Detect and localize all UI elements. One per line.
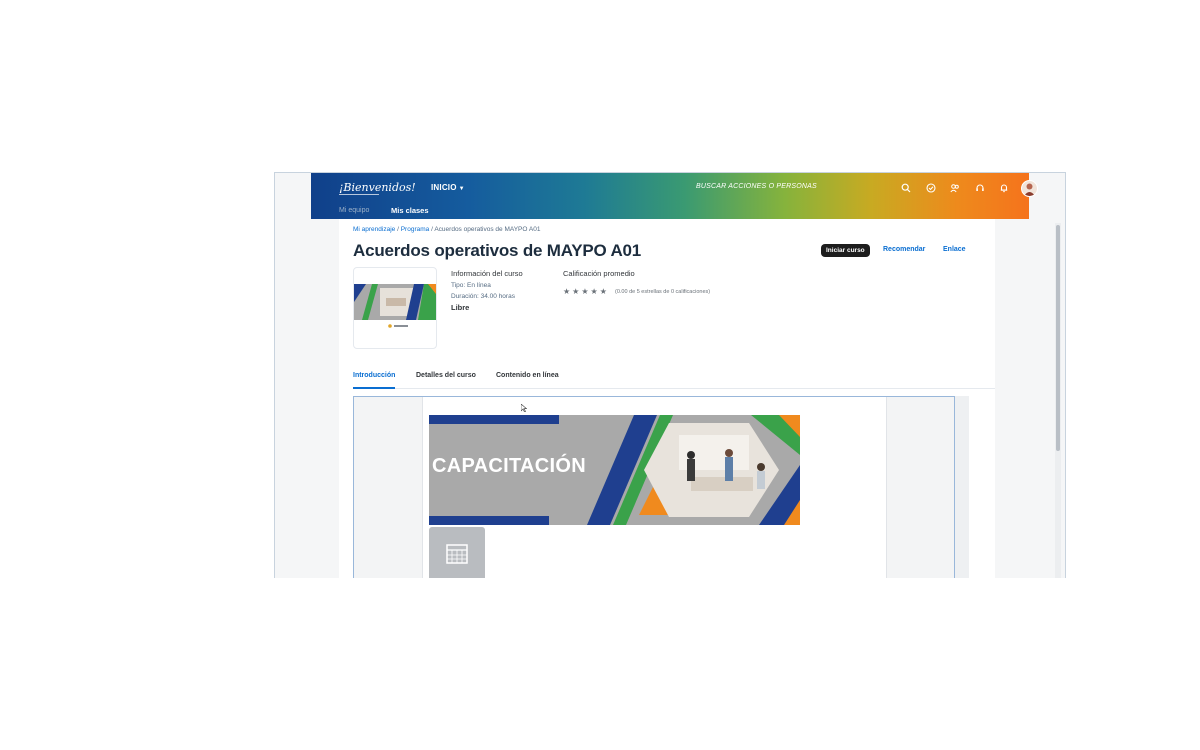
course-thumbnail-image — [354, 284, 436, 328]
tab-course-details[interactable]: Detalles del curso — [416, 372, 476, 387]
star-rating-icon: ★★★★★ — [563, 287, 609, 296]
page-title: Acuerdos operativos de MAYPO A01 — [353, 241, 642, 260]
breadcrumb-separator: / — [397, 226, 399, 233]
breadcrumb-link-learning[interactable]: Mi aprendizaje — [353, 226, 395, 233]
course-detail-page: Mi aprendizaje / Programa / Acuerdos ope… — [339, 219, 995, 578]
course-price: Libre — [451, 303, 470, 312]
course-tabs: Introducción Detalles del curso Contenid… — [353, 372, 995, 389]
start-course-button[interactable]: Iniciar curso — [821, 244, 870, 257]
mouse-pointer-icon — [520, 399, 528, 417]
course-thumbnail[interactable] — [353, 267, 437, 349]
top-navigation-bar: ¡Bienvenidos! INICIO ▼ BUSCAR ACCIONES O … — [311, 173, 1038, 219]
people-icon[interactable] — [948, 181, 962, 195]
tab-introduction[interactable]: Introducción — [353, 372, 396, 389]
headset-icon[interactable] — [973, 181, 987, 195]
subnav-my-team[interactable]: Mi equipo — [339, 207, 369, 214]
introduction-preview: CAPACITACIÓN — [353, 396, 955, 578]
training-banner: CAPACITACIÓN — [429, 415, 800, 525]
bell-icon[interactable] — [997, 181, 1011, 195]
course-type: Tipo: En línea — [451, 282, 491, 289]
breadcrumb-link-program[interactable]: Programa — [401, 226, 430, 233]
rating-summary: (0.00 de 5 estrellas de 0 calificaciones… — [615, 289, 711, 295]
course-duration: Duración: 34.00 horas — [451, 293, 515, 300]
breadcrumb: Mi aprendizaje / Programa / Acuerdos ope… — [353, 226, 540, 233]
preview-scroll-gutter — [955, 396, 969, 578]
page-scrollbar[interactable] — [1055, 223, 1061, 578]
recommend-button[interactable]: Recomendar — [883, 246, 925, 253]
home-menu-button[interactable]: INICIO ▼ — [431, 183, 465, 192]
avatar[interactable] — [1021, 180, 1038, 197]
chevron-down-icon: ▼ — [458, 186, 465, 192]
home-menu-label: INICIO — [431, 183, 457, 192]
browser-frame: ¡Bienvenidos! INICIO ▼ BUSCAR ACCIONES O … — [274, 172, 1066, 578]
search-icon[interactable] — [899, 181, 913, 195]
tab-online-content[interactable]: Contenido en línea — [496, 372, 559, 387]
calendar-thumbnail[interactable] — [429, 527, 485, 578]
logo[interactable]: ¡Bienvenidos! — [339, 181, 416, 194]
subnav-my-classes[interactable]: Mis clases — [391, 206, 429, 215]
breadcrumb-separator: / — [431, 226, 433, 233]
check-circle-icon[interactable] — [924, 181, 938, 195]
page-scrollbar-thumb[interactable] — [1056, 225, 1060, 451]
calendar-icon — [446, 544, 468, 564]
preview-document: CAPACITACIÓN — [422, 397, 887, 578]
rating-heading: Calificación promedio — [563, 269, 635, 278]
banner-title: CAPACITACIÓN — [432, 455, 586, 477]
breadcrumb-current: Acuerdos operativos de MAYPO A01 — [434, 226, 541, 233]
link-button[interactable]: Enlace — [943, 246, 966, 253]
global-search-input[interactable]: BUSCAR ACCIONES O PERSONAS — [696, 183, 817, 190]
logo-underline — [339, 194, 379, 195]
preview-side-panel — [891, 397, 953, 578]
course-info-heading: Información del curso — [451, 269, 523, 278]
